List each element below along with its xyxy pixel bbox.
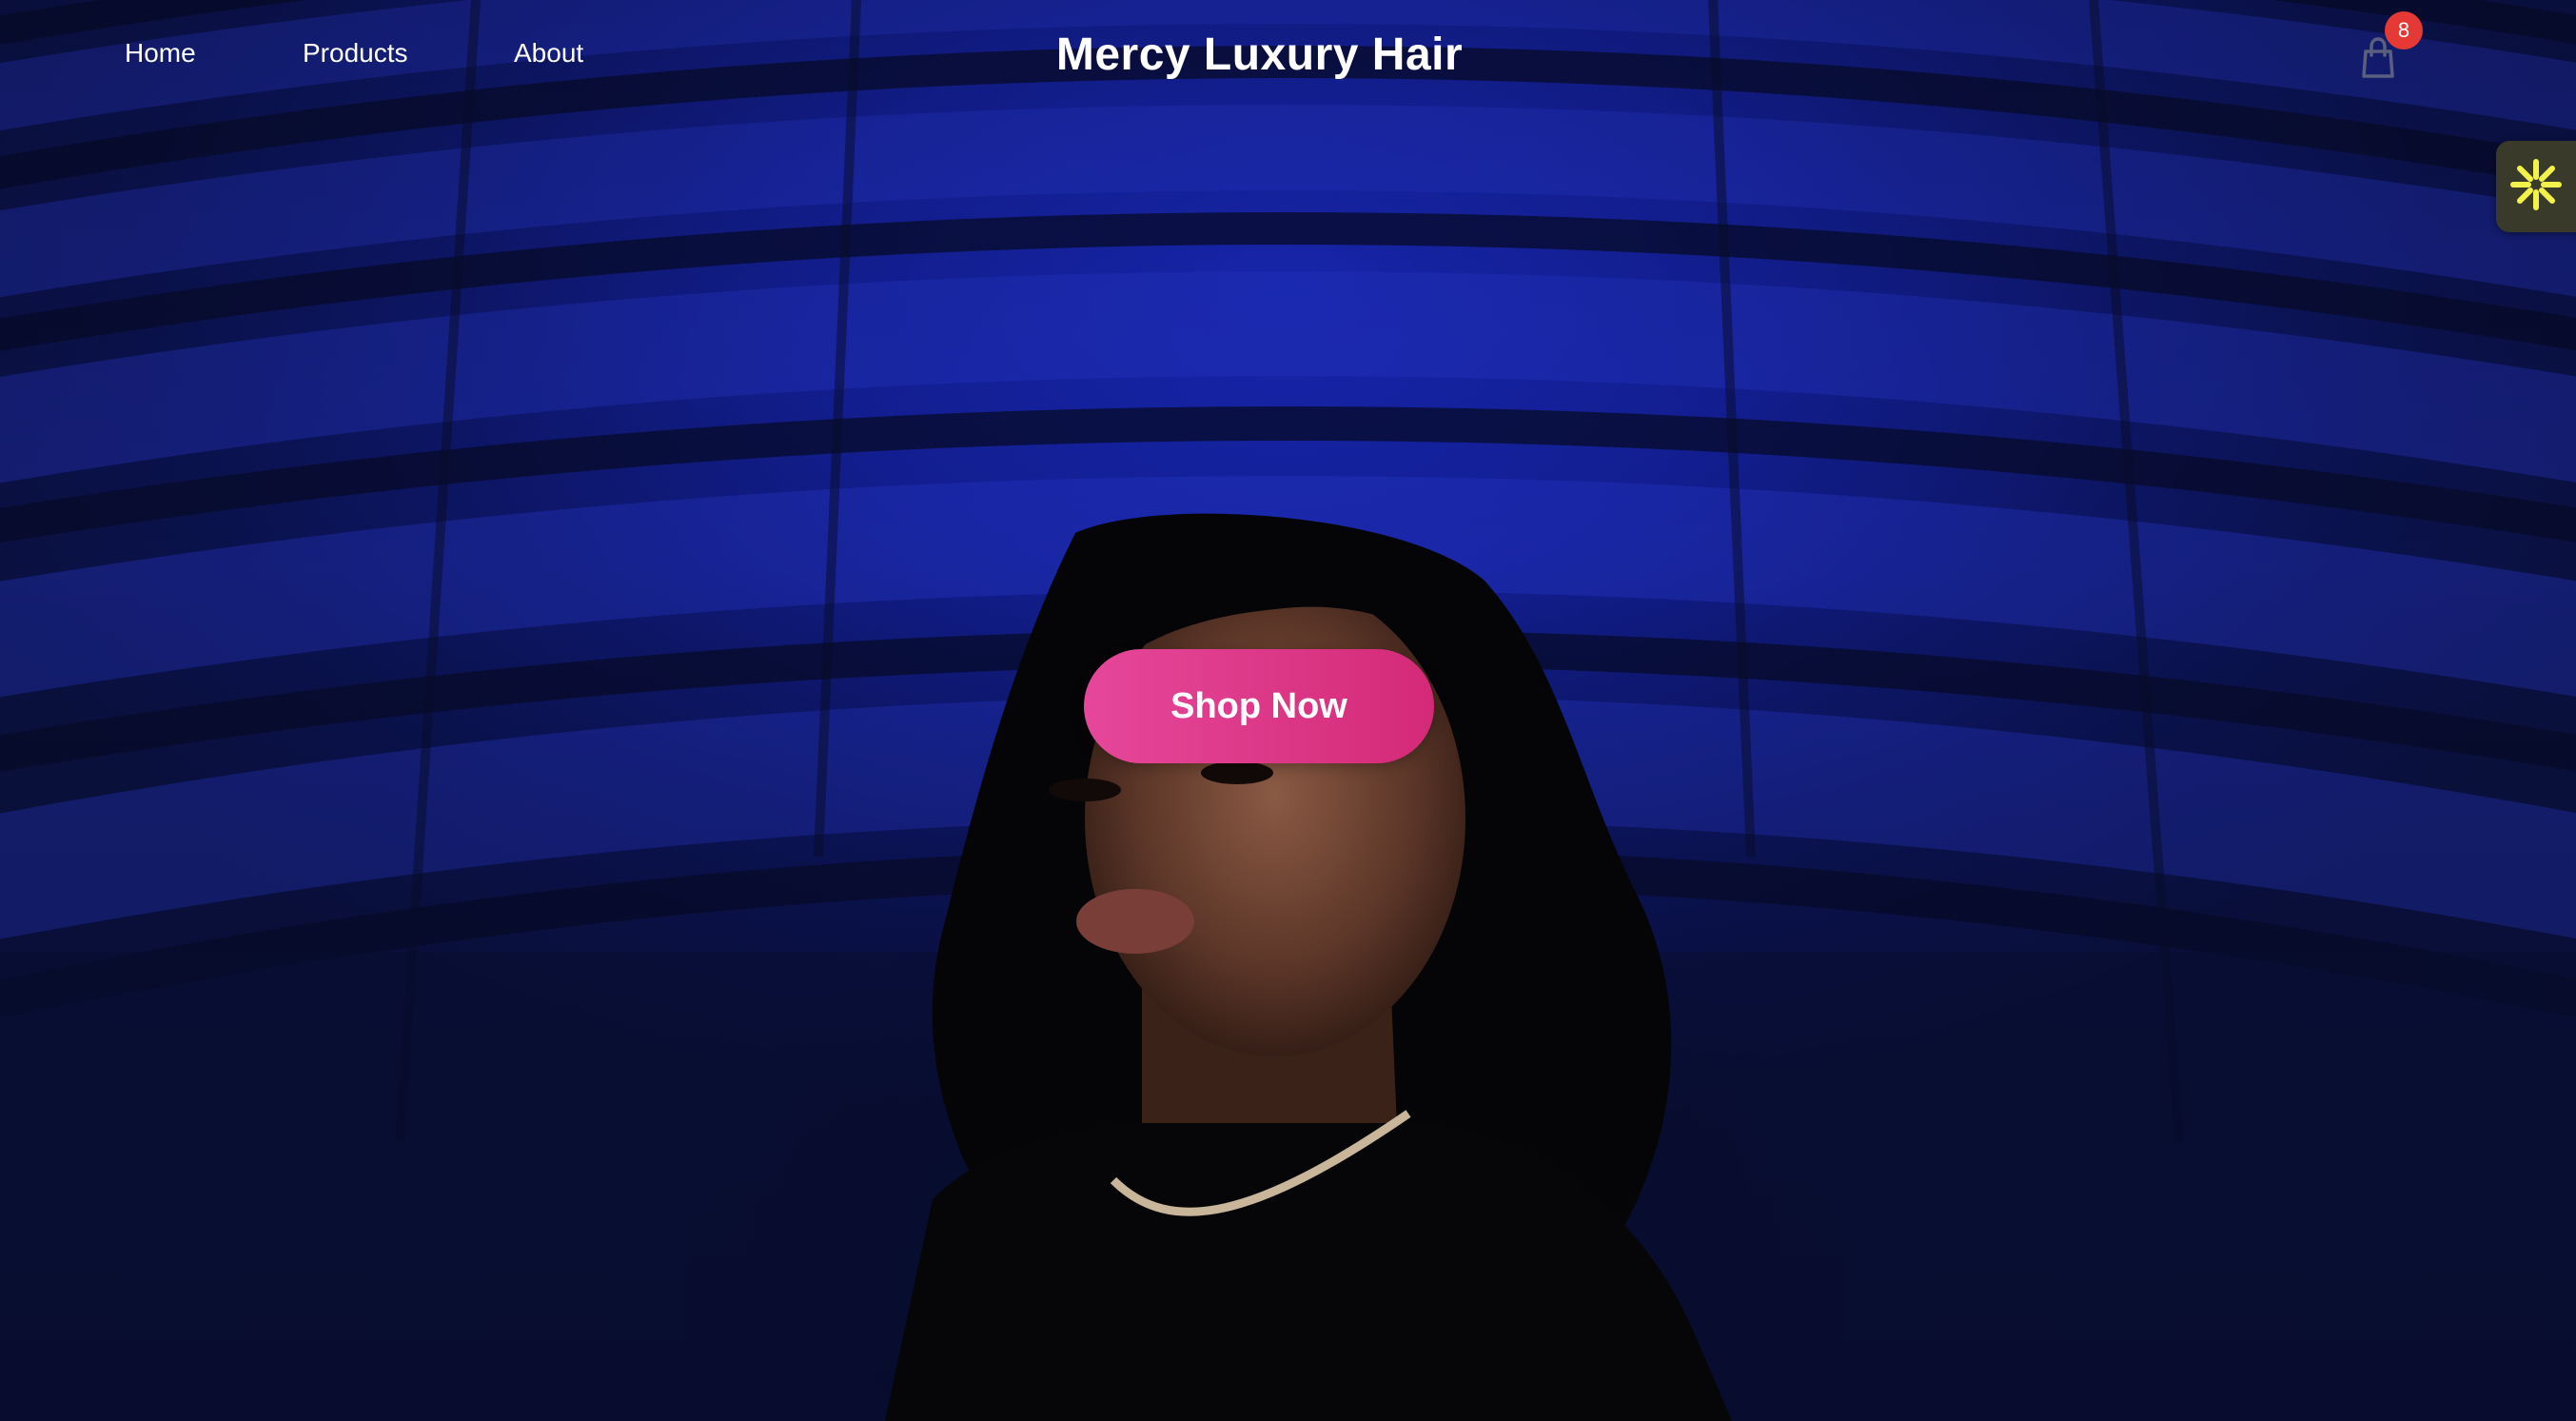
site-header: Home Products About Mercy Luxury Hair 8 <box>0 0 2576 114</box>
sparkle-icon <box>2510 159 2562 210</box>
page: Home Products About Mercy Luxury Hair 8 <box>0 0 2576 1421</box>
shop-now-button[interactable]: Shop Now <box>1084 649 1434 763</box>
brand-title[interactable]: Mercy Luxury Hair <box>0 29 2519 81</box>
accessibility-widget-button[interactable] <box>2496 141 2576 232</box>
cart-count-badge: 8 <box>2385 11 2423 49</box>
